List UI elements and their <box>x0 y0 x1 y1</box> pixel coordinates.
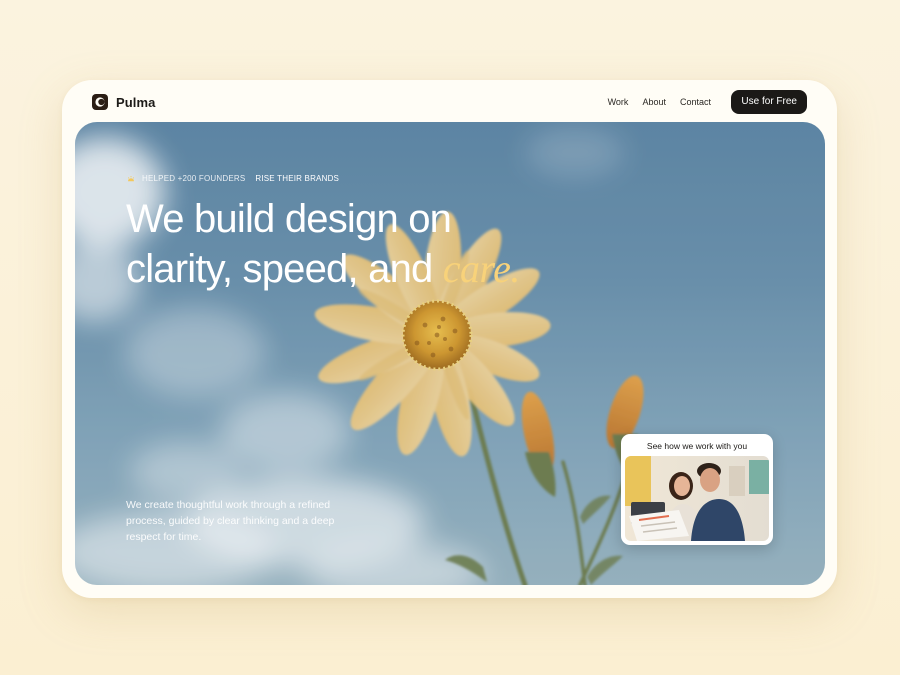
brand-logo[interactable]: Pulma <box>92 94 156 110</box>
hero-headline: We build design on clarity, speed, and c… <box>126 194 520 294</box>
hero-description: We create thoughtful work through a refi… <box>126 499 335 543</box>
use-for-free-button[interactable]: Use for Free <box>731 90 807 114</box>
headline-accent: care. <box>442 246 521 291</box>
hero-eyebrow: HELPED +200 FOUNDERS RISE THEIR BRANDS <box>127 174 339 183</box>
pulma-logo-icon <box>92 94 108 110</box>
brand-name: Pulma <box>116 94 156 110</box>
hero-section: HELPED +200 FOUNDERS RISE THEIR BRANDS W… <box>75 122 825 585</box>
video-card[interactable]: See how we work with you <box>621 434 773 545</box>
headline-line-2: clarity, speed, and <box>126 247 443 291</box>
video-card-title: See how we work with you <box>646 441 748 451</box>
nav-item-contact[interactable]: Contact <box>680 97 711 107</box>
eyebrow-highlight: RISE THEIR BRANDS <box>255 174 340 183</box>
main-nav: Work About Contact <box>608 97 711 107</box>
nav-item-work[interactable]: Work <box>608 97 629 107</box>
headline-line-1: We build design on <box>126 197 452 241</box>
sun-icon <box>127 175 135 181</box>
video-thumbnail[interactable] <box>625 456 769 541</box>
site-frame: Pulma Work About Contact Use for Free HE… <box>62 80 837 598</box>
nav-item-about[interactable]: About <box>642 97 666 107</box>
eyebrow-text: HELPED +200 FOUNDERS <box>142 174 246 183</box>
